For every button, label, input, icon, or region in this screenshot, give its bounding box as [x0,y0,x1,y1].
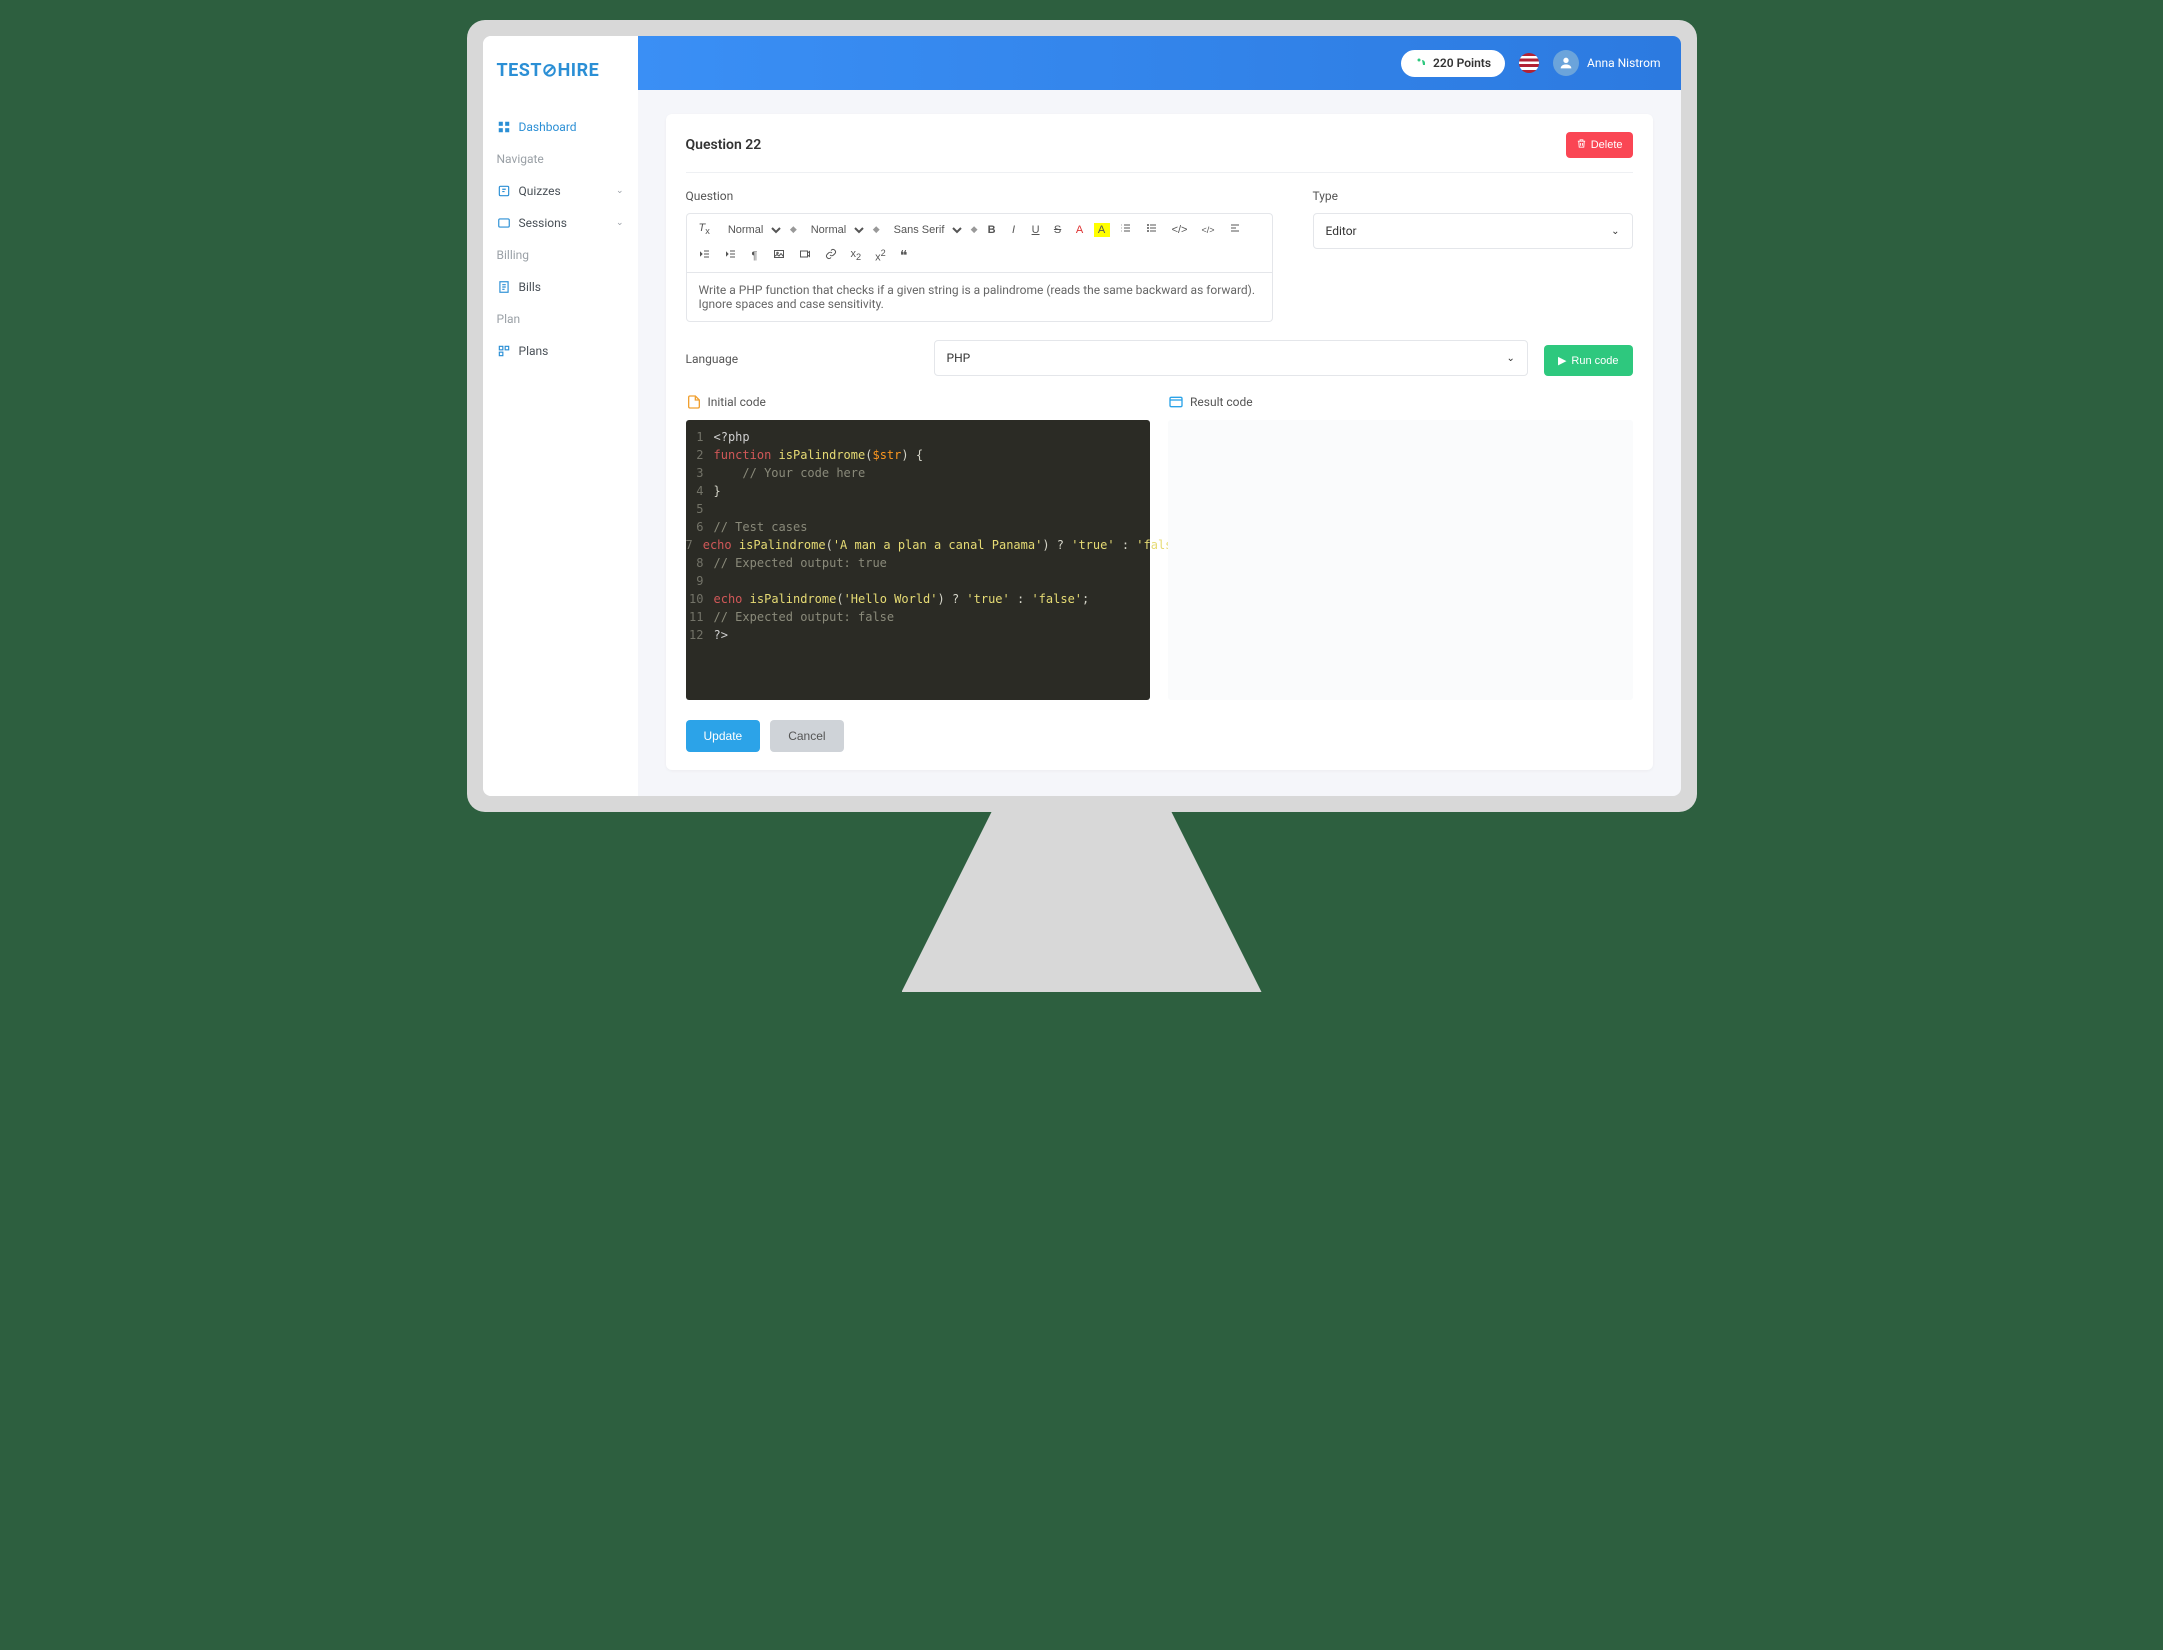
superscript-button[interactable]: x2 [871,246,890,266]
delete-button[interactable]: Delete [1566,132,1633,158]
size-select[interactable]: Normal [803,221,867,239]
delete-label: Delete [1591,139,1623,151]
sidebar-item-dashboard[interactable]: Dashboard [483,111,638,143]
sidebar-section-billing: Billing [483,239,638,271]
result-code-label: Result code [1190,395,1253,409]
code-inline-button[interactable]: </> [1168,222,1192,238]
type-select[interactable]: Editor ⌄ [1313,213,1633,249]
result-icon [1168,394,1184,410]
language-select[interactable]: PHP ⌄ [934,340,1528,376]
indent-button[interactable] [721,246,741,265]
sidebar-item-quizzes[interactable]: Quizzes ⌄ [483,175,638,207]
text-color-button[interactable]: A [1072,222,1088,238]
logo: TEST⊘HIRE [483,36,638,111]
ordered-list-button[interactable] [1116,220,1136,239]
font-select[interactable]: Sans Serif [886,221,965,239]
points-badge[interactable]: 220 Points [1401,50,1505,77]
sidebar-section-plan: Plan [483,303,638,335]
question-input[interactable]: Write a PHP function that checks if a gi… [686,272,1273,322]
outdent-button[interactable] [695,246,715,265]
bills-icon [497,280,511,294]
language-value: PHP [947,351,971,365]
dashboard-icon [497,120,511,134]
language-label: Language [686,352,918,366]
chevron-down-icon: ⌄ [616,186,624,196]
type-value: Editor [1326,224,1357,238]
rich-text-toolbar: Tx Normal ◆ Normal ◆ Sans Serif ◆ B I U … [686,213,1273,272]
run-code-button[interactable]: ▶ Run code [1544,345,1633,376]
update-button[interactable]: Update [686,720,761,752]
sidebar-item-sessions[interactable]: Sessions ⌄ [483,207,638,239]
link-button[interactable] [821,246,841,265]
italic-button[interactable]: I [1006,222,1022,238]
question-label: Question [686,189,1273,203]
flag-icon[interactable] [1519,53,1539,73]
chevron-down-icon: ⌄ [616,218,624,228]
bullet-list-button[interactable] [1142,220,1162,239]
rtl-button[interactable]: ¶ [747,248,763,264]
sidebar-section-navigate: Navigate [483,143,638,175]
video-button[interactable] [795,246,815,265]
code-file-icon [686,394,702,410]
sidebar-label: Dashboard [519,120,577,134]
sidebar-item-plans[interactable]: Plans [483,335,638,367]
quote-button[interactable]: ❝ [896,245,912,266]
strike-button[interactable]: S [1050,222,1066,238]
play-icon: ▶ [1558,354,1566,367]
avatar [1553,50,1579,76]
image-button[interactable] [769,246,789,265]
bg-color-button[interactable]: A [1094,223,1110,237]
sidebar-item-bills[interactable]: Bills [483,271,638,303]
cancel-button[interactable]: Cancel [770,720,843,752]
result-output [1168,420,1633,700]
user-menu[interactable]: Anna Nistrom [1553,50,1661,76]
subscript-button[interactable]: x2 [847,246,866,264]
sidebar-label: Sessions [519,216,567,230]
align-button[interactable] [1225,220,1245,239]
sessions-icon [497,216,511,230]
type-label: Type [1313,189,1633,203]
username: Anna Nistrom [1587,56,1661,70]
heading-select[interactable]: Normal [720,221,784,239]
initial-code-label: Initial code [708,395,766,409]
code-block-button[interactable]: </> [1197,223,1218,237]
sidebar-label: Plans [519,344,549,358]
trash-icon [1576,138,1587,152]
quiz-icon [497,184,511,198]
sidebar-label: Quizzes [519,184,561,198]
topbar: 220 Points Anna Nistrom [638,36,1681,90]
sidebar-label: Bills [519,280,541,294]
page-title: Question 22 [686,137,762,153]
sidebar: TEST⊘HIRE Dashboard Navigate Quizzes ⌄ S… [483,36,638,796]
chevron-down-icon: ⌄ [1507,353,1515,364]
code-editor[interactable]: 1<?php2function isPalindrome($str) {3 //… [686,420,1151,700]
plans-icon [497,344,511,358]
underline-button[interactable]: U [1028,222,1044,238]
points-label: 220 Points [1433,56,1491,70]
bold-button[interactable]: B [984,222,1000,238]
points-icon [1415,56,1427,71]
chevron-down-icon: ⌄ [1611,226,1619,237]
clear-format-button[interactable]: Tx [695,220,714,238]
run-label: Run code [1571,355,1618,367]
